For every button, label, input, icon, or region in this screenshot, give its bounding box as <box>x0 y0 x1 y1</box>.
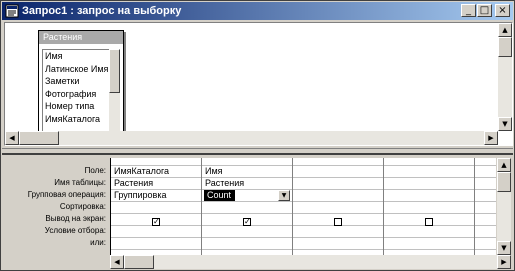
title-bar[interactable]: Запрос1 : запрос на выборку _ □ × <box>2 2 513 20</box>
close-button[interactable]: × <box>495 4 510 17</box>
row-label-table: Имя таблицы: <box>54 178 106 187</box>
field-list-scroll-thumb[interactable] <box>109 49 120 93</box>
close-icon: × <box>498 5 507 16</box>
arrow-down-icon: ▼ <box>502 120 508 128</box>
table-cell[interactable]: Растения <box>111 178 153 189</box>
scroll-left-button[interactable]: ◀ <box>5 131 19 145</box>
field-item[interactable]: Номер типа <box>43 100 109 113</box>
grid-vertical-scrollbar[interactable]: ▲ ▼ <box>497 158 511 255</box>
table-title[interactable]: Растения <box>39 31 123 44</box>
grid-horizontal-scrollbar[interactable]: ◀ ▶ <box>110 255 511 269</box>
arrow-up-icon: ▲ <box>502 26 508 34</box>
grid-column[interactable] <box>293 158 384 255</box>
minimize-button[interactable]: _ <box>461 4 476 17</box>
grid-scroll-right-button[interactable]: ▶ <box>497 255 511 269</box>
maximize-icon: □ <box>479 5 490 16</box>
grid-column[interactable] <box>384 158 475 255</box>
table-cell[interactable]: Растения <box>202 178 244 189</box>
arrow-right-icon: ▶ <box>488 134 494 142</box>
field-item[interactable]: Имя <box>43 50 109 63</box>
field-item[interactable]: Заметки <box>43 75 109 88</box>
field-item[interactable]: Латинское Имя <box>43 63 109 76</box>
query-design-grid-pane: Поле: Имя таблицы: Групповая операция: С… <box>4 156 513 269</box>
row-label-sort: Сортировка: <box>59 202 106 211</box>
grid-h-scroll-thumb[interactable] <box>124 255 154 269</box>
row-label-group: Групповая операция: <box>27 190 106 199</box>
grid-scroll-thumb[interactable] <box>497 172 511 192</box>
scroll-right-button[interactable]: ▶ <box>484 131 498 145</box>
upper-h-scroll-thumb[interactable] <box>19 131 59 145</box>
minimize-icon: _ <box>466 5 471 16</box>
scroll-up-button[interactable]: ▲ <box>498 23 512 37</box>
row-label-or: или: <box>90 238 106 247</box>
arrow-right-icon: ▶ <box>501 258 507 266</box>
grid-scroll-down-button[interactable]: ▼ <box>497 241 511 255</box>
field-item[interactable]: ИмяКаталога <box>43 113 109 126</box>
upper-horizontal-scrollbar[interactable]: ◀ ▶ <box>5 131 498 145</box>
row-label-field: Поле: <box>84 166 106 175</box>
maximize-button[interactable]: □ <box>477 4 492 17</box>
grid-column[interactable]: ИмяКаталога Растения Группировка ✓ <box>111 158 202 255</box>
field-cell[interactable]: Имя <box>202 166 223 177</box>
table-pane: Растения Имя Латинское Имя Заметки Фотог… <box>4 22 513 146</box>
window-title: Запрос1 : запрос на выборку <box>22 5 182 17</box>
row-label-criteria: Условие отбора: <box>44 226 106 235</box>
field-list-scrollbar[interactable] <box>109 49 120 139</box>
grid-column[interactable]: Имя Растения Count ▼ ✓ <box>202 158 293 255</box>
field-item[interactable]: Фотография <box>43 88 109 101</box>
show-checkbox[interactable]: ✓ <box>243 218 251 226</box>
upper-scroll-thumb[interactable] <box>498 37 512 57</box>
group-cell-selected[interactable]: Count <box>204 190 236 201</box>
pane-splitter[interactable] <box>2 148 513 155</box>
grid-scroll-left-button[interactable]: ◀ <box>110 255 124 269</box>
show-checkbox[interactable] <box>425 218 433 226</box>
design-grid: ИмяКаталога Растения Группировка ✓ Имя Р… <box>110 158 496 255</box>
arrow-left-icon: ◀ <box>9 134 15 142</box>
arrow-down-icon: ▼ <box>501 244 507 252</box>
arrow-up-icon: ▲ <box>501 161 507 169</box>
arrow-left-icon: ◀ <box>114 258 120 266</box>
field-cell[interactable]: ИмяКаталога <box>111 166 169 177</box>
scroll-down-button[interactable]: ▼ <box>498 117 512 131</box>
upper-vertical-scrollbar[interactable]: ▲ ▼ <box>498 23 512 131</box>
query-icon <box>5 4 19 18</box>
field-list: Имя Латинское Имя Заметки Фотография Ном… <box>42 49 110 139</box>
row-label-show: Вывод на экран: <box>45 214 106 223</box>
group-cell[interactable]: Группировка <box>111 190 166 201</box>
table-field-list[interactable]: Растения Имя Латинское Имя Заметки Фотог… <box>38 30 124 144</box>
query-window: Запрос1 : запрос на выборку _ □ × Растен… <box>0 0 515 271</box>
dropdown-arrow-icon[interactable]: ▼ <box>278 190 290 201</box>
grid-scroll-up-button[interactable]: ▲ <box>497 158 511 172</box>
show-checkbox[interactable] <box>334 218 342 226</box>
show-checkbox[interactable]: ✓ <box>152 218 160 226</box>
